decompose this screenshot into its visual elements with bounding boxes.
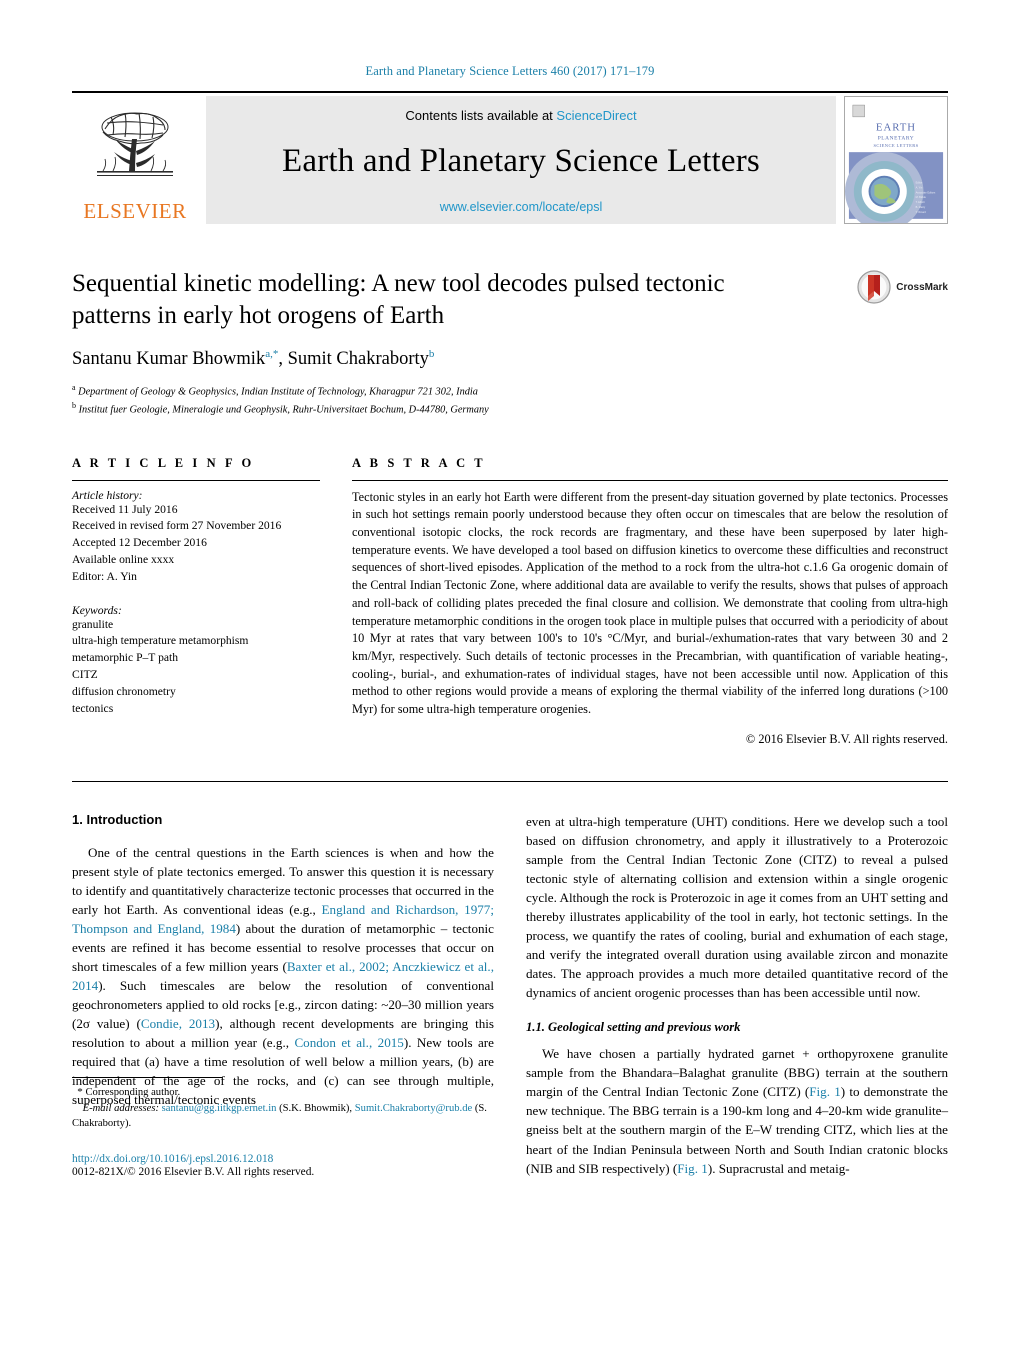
abstract-rule [352, 479, 948, 481]
intro-paragraph-1-continued: even at ultra-high temperature (UHT) con… [526, 813, 948, 1001]
footnote-rule [72, 1076, 222, 1078]
section-heading-introduction: 1. Introduction [72, 811, 163, 827]
svg-text:A. Yin: A. Yin [916, 185, 923, 189]
journal-homepage-link[interactable]: www.elsevier.com/locate/epsl [440, 200, 603, 214]
svg-text:M. Bickle: M. Bickle [916, 195, 927, 199]
elsevier-logo[interactable]: ELSEVIER [72, 96, 198, 224]
author-affil-marker-1: a, [265, 348, 273, 361]
doi-link[interactable]: http://dx.doi.org/10.1016/j.epsl.2016.12… [72, 1153, 494, 1165]
article-history-item: Received in revised form 27 November 201… [72, 519, 282, 533]
doi-block: http://dx.doi.org/10.1016/j.epsl.2016.12… [72, 1153, 494, 1178]
abstract-copyright: © 2016 Elsevier B.V. All rights reserved… [745, 731, 948, 746]
body-columns: 1. Introduction One of the central quest… [72, 812, 948, 1178]
article-info-column: A R T I C L E I N F O Article history: R… [72, 456, 320, 747]
body-column-right: even at ultra-high temperature (UHT) con… [526, 812, 948, 1178]
affiliation-marker-a: a [72, 383, 76, 393]
geo-text-c: ). Supracrustal and metaig- [707, 1160, 850, 1176]
svg-text:Associate Editors: Associate Editors [916, 190, 936, 194]
figure-link-1[interactable]: Fig. 1 [809, 1084, 841, 1099]
article-history-item: Accepted 12 December 2016 [72, 536, 207, 550]
corresponding-star: * [77, 1085, 83, 1098]
email-link-1[interactable]: santanu@gg.iitkgp.ernet.in [162, 1103, 277, 1114]
keyword-item: metamorphic P–T path [72, 651, 179, 665]
crossmark-badge[interactable]: CrossMark [857, 270, 948, 304]
affiliation-b: b Institut fuer Geologie, Mineralogie un… [72, 400, 948, 418]
crossmark-label: CrossMark [896, 281, 948, 293]
email-owner-1: (S.K. Bhowmik), [276, 1102, 353, 1114]
svg-text:PLANETARY: PLANETARY [878, 135, 915, 141]
svg-text:B. Marty: B. Marty [916, 205, 926, 209]
article-history-item: Received 11 July 2016 [72, 502, 178, 516]
affiliation-text-b: Institut fuer Geologie, Mineralogie und … [78, 404, 489, 416]
svg-text:SCIENCE LETTERS: SCIENCE LETTERS [873, 143, 918, 148]
citation-link[interactable]: Condon et al., 2015 [294, 1035, 403, 1050]
affiliation-list: a Department of Geology & Geophysics, In… [72, 382, 948, 417]
geological-setting-paragraph-1: We have chosen a partially hydrated garn… [526, 1044, 948, 1177]
contents-available-line: Contents lists available at ScienceDirec… [405, 108, 636, 123]
info-abstract-section: A R T I C L E I N F O Article history: R… [72, 456, 948, 747]
footnote-block: * Corresponding author. E-mail addresses… [72, 1076, 494, 1178]
citation-link[interactable]: Condie, 2013 [141, 1016, 215, 1031]
abstract-heading: A B S T R A C T [352, 455, 486, 470]
author-list: Santanu Kumar Bhowmika,*, Sumit Chakrabo… [72, 348, 948, 370]
title-block: CrossMark Sequential kinetic modelling: … [72, 268, 948, 418]
keywords-label: Keywords: [72, 603, 122, 617]
paper-page: Earth and Planetary Science Letters 460 … [0, 0, 1020, 1351]
issn-copyright-line: 0012-821X/© 2016 Elsevier B.V. All right… [72, 1165, 315, 1178]
corresponding-author-note: * Corresponding author. [72, 1085, 494, 1101]
elsevier-wordmark: ELSEVIER [83, 199, 187, 223]
author-name-1[interactable]: Santanu Kumar Bhowmik [72, 349, 265, 369]
keyword-item: diffusion chronometry [72, 684, 176, 698]
journal-masthead: ELSEVIER Contents lists available at Sci… [72, 96, 948, 224]
article-history-label: Article history: [72, 488, 143, 502]
running-head: Earth and Planetary Science Letters 460 … [365, 64, 655, 78]
author-affil-marker-2: b [428, 348, 435, 361]
crossmark-icon [857, 270, 891, 304]
body-separator-rule [72, 780, 948, 782]
masthead-center: Contents lists available at ScienceDirec… [206, 96, 836, 224]
svg-text:EARTH: EARTH [876, 122, 916, 134]
article-history-item: Editor: A. Yin [72, 569, 137, 583]
article-history-item: Available online xxxx [72, 553, 175, 567]
figure-link-2[interactable]: Fig. 1 [677, 1161, 708, 1176]
journal-cover-thumbnail[interactable]: EARTH PLANETARY SCIENCE LETTERS Editor A… [844, 96, 948, 224]
svg-text:T. Elliott: T. Elliott [916, 200, 925, 204]
svg-text:Y. Ricard: Y. Ricard [916, 210, 927, 214]
paper-title-line2: patterns in early hot orogens of Earth [72, 301, 445, 329]
article-info-rule [72, 479, 320, 481]
abstract-text: Tectonic styles in an early hot Earth we… [352, 489, 948, 717]
contents-prefix: Contents lists available at [405, 108, 557, 123]
email-label: E-mail addresses: [82, 1102, 159, 1114]
intro-paragraph-1: One of the central questions in the Eart… [72, 843, 494, 1110]
keyword-item: tectonics [72, 701, 114, 715]
paper-title-line1: Sequential kinetic modelling: A new tool… [72, 270, 725, 297]
journal-cover-image: EARTH PLANETARY SCIENCE LETTERS Editor A… [845, 97, 947, 223]
article-info-heading: A R T I C L E I N F O [72, 455, 255, 470]
keyword-item: CITZ [72, 668, 98, 682]
email-note: E-mail addresses: santanu@gg.iitkgp.erne… [72, 1101, 494, 1131]
elsevier-tree-icon [97, 112, 173, 176]
affiliation-a: a Department of Geology & Geophysics, In… [72, 382, 948, 400]
masthead-top-rule [72, 91, 948, 93]
author-name-2[interactable]: Sumit Chakraborty [288, 349, 429, 369]
keyword-item: granulite [72, 617, 114, 631]
journal-title: Earth and Planetary Science Letters [282, 143, 760, 179]
sciencedirect-link[interactable]: ScienceDirect [556, 108, 636, 123]
affiliation-text-a: Department of Geology & Geophysics, Indi… [78, 386, 478, 398]
corresponding-text: Corresponding author. [85, 1086, 181, 1098]
section-heading-geological-setting: 1.1. Geological setting and previous wor… [526, 1020, 741, 1035]
keyword-item: ultra-high temperature metamorphism [72, 634, 249, 648]
page-title: Sequential kinetic modelling: A new tool… [72, 268, 772, 332]
author-separator: , [278, 349, 288, 370]
abstract-column: A B S T R A C T Tectonic styles in an ea… [352, 456, 948, 747]
svg-text:Editor: Editor [916, 181, 923, 185]
affiliation-marker-b: b [72, 401, 76, 411]
body-column-left: 1. Introduction One of the central quest… [72, 812, 494, 1178]
email-link-2[interactable]: Sumit.Chakraborty@rub.de [355, 1103, 472, 1114]
